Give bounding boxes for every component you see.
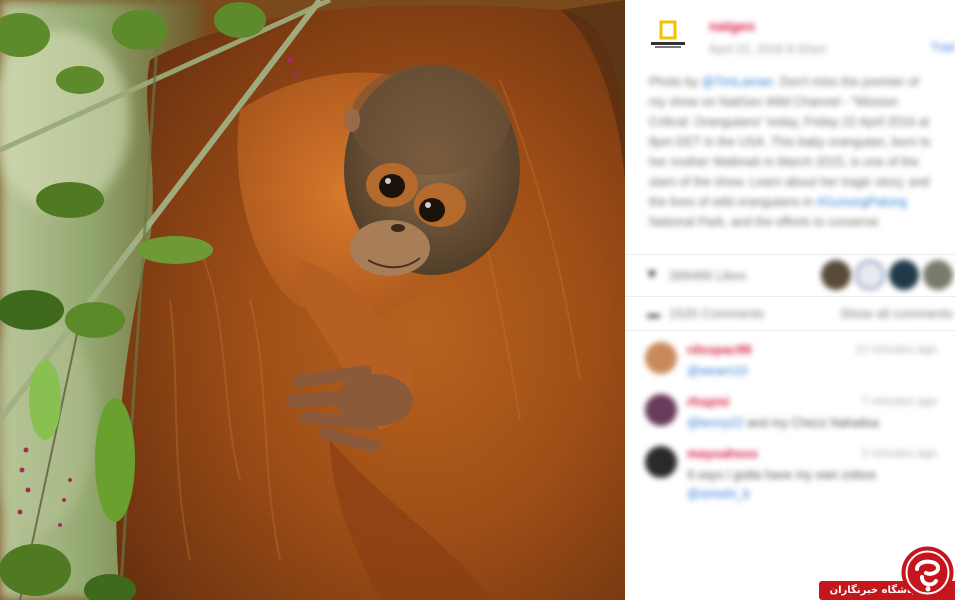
comment-item: rhspisi 7 minutes ago @lenny22 and my Ch…: [625, 394, 955, 444]
likes-count[interactable]: 389486 Likes: [669, 268, 746, 283]
liker-avatar[interactable]: [889, 260, 919, 290]
mention-link[interactable]: @wearn10: [687, 364, 748, 378]
commenter-avatar[interactable]: [645, 446, 677, 478]
divider: [625, 254, 955, 255]
comment-username[interactable]: rhspisi: [687, 394, 730, 409]
mention-link[interactable]: @lenny22: [687, 416, 743, 430]
heart-icon[interactable]: ♥: [647, 266, 657, 284]
text-segment: and my Chezz Nahailsa: [743, 416, 879, 430]
text-segment: It says I gotta have my own zoboo: [687, 468, 876, 482]
comment-username[interactable]: rdsspac99: [687, 342, 751, 357]
show-all-comments-link[interactable]: Show all comments: [840, 306, 953, 321]
translate-button[interactable]: Trad: [931, 40, 955, 54]
liker-avatar[interactable]: [855, 260, 885, 290]
orangutan-photo-image: [0, 0, 625, 600]
comments-count: 1520 Comments: [669, 306, 765, 321]
comment-time: 7 minutes ago: [861, 394, 937, 408]
post-username-link[interactable]: natgeo: [709, 18, 755, 34]
comment-username[interactable]: mayoahsss: [687, 446, 758, 461]
mention-link[interactable]: @simahi_b: [687, 487, 750, 501]
post-caption: Photo by @TimLaman. Don't miss the premi…: [625, 72, 955, 252]
comment-item: mayoahsss 2 minutes ago It says I gotta …: [625, 446, 955, 501]
mention-link[interactable]: @TimLaman: [702, 75, 773, 89]
post-side-panel: natgeo April 22, 2016 8:32am Trad Photo …: [625, 0, 955, 600]
commenter-avatar[interactable]: [645, 394, 677, 426]
screenshot: natgeo April 22, 2016 8:32am Trad Photo …: [0, 0, 955, 600]
post-header: natgeo April 22, 2016 8:32am Trad: [625, 14, 955, 64]
comment-icon: ▬: [647, 306, 660, 321]
commenter-avatar[interactable]: [645, 342, 677, 374]
comment-text: @lenny22 and my Chezz Nahailsa: [687, 414, 937, 433]
text-segment: . Don't miss the premier of my show on N…: [649, 75, 931, 209]
comment-time: 2 minutes ago: [861, 446, 937, 460]
comment-text: It says I gotta have my own zoboo @simah…: [687, 466, 937, 504]
comment-item: rdsspac99 12 minutes ago @wearn10: [625, 342, 955, 392]
liker-avatar[interactable]: [821, 260, 851, 290]
divider: [625, 296, 955, 297]
text-segment: National Park, and the efforts to conser…: [649, 215, 879, 229]
mention-link[interactable]: #GunungPalung: [816, 195, 906, 209]
likes-row: ♥ 389486 Likes: [625, 258, 955, 294]
post-date: April 22, 2016 8:32am: [709, 42, 827, 56]
liker-avatar[interactable]: [923, 260, 953, 290]
comment-time: 12 minutes ago: [854, 342, 937, 356]
comments-summary-row: ▬ 1520 Comments Show all comments: [625, 300, 955, 328]
comment-text: @wearn10: [687, 362, 937, 381]
natgeo-logo-avatar[interactable]: [649, 20, 687, 50]
text-segment: Photo by: [649, 75, 702, 89]
divider: [625, 330, 955, 331]
post-photo[interactable]: [0, 0, 625, 600]
watermark-logo-icon: [901, 546, 954, 599]
